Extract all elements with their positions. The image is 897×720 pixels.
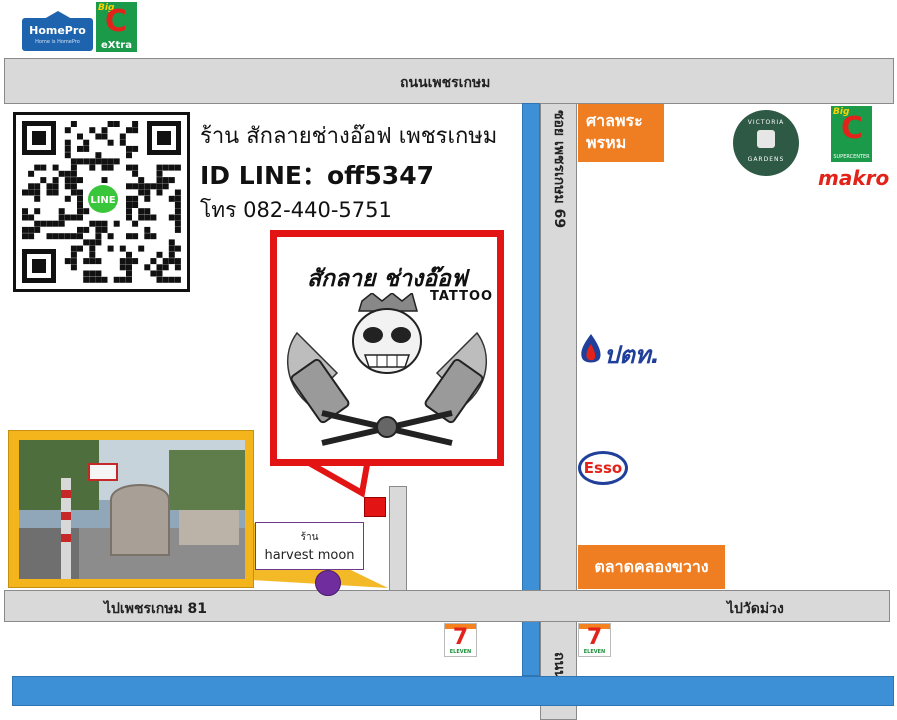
bigc-extra-c: C bbox=[105, 4, 128, 39]
shop-phone: โทร 082-440-5751 bbox=[200, 198, 392, 222]
canal-horizontal bbox=[12, 676, 894, 706]
ptt-flame-icon bbox=[581, 334, 601, 363]
bigc-supercenter-c: C bbox=[841, 111, 864, 146]
street-scene-image bbox=[19, 440, 245, 579]
esso-logo: Esso bbox=[578, 451, 628, 485]
seven-eleven-text-right: ELEVEN bbox=[583, 649, 606, 655]
road-label-to-wat-muang: ไปวัดม่วง bbox=[727, 601, 784, 617]
road-label-phetkasem: ถนนเพชรเกษม bbox=[400, 75, 491, 91]
bigc-supercenter-logo: Big C SUPERCENTER bbox=[831, 106, 872, 162]
homepro-roof-icon bbox=[44, 11, 72, 19]
harvest-moon-marker bbox=[315, 570, 341, 596]
victoria-gardens-logo: VICTORIA GARDENS bbox=[733, 110, 799, 176]
skull-tattoo-machine-icon bbox=[286, 293, 488, 446]
harvest-moon-label-prefix: ร้าน bbox=[300, 532, 319, 543]
ptt-logo-text: ปตท. bbox=[604, 341, 660, 369]
homepro-tagline: Home is HomePro bbox=[35, 39, 80, 45]
street-photo-frame bbox=[8, 430, 254, 588]
homepro-logo: HomePro Home is HomePro bbox=[22, 11, 93, 51]
road-label-to-phetkasem-81: ไปเพชรเกษม 81 bbox=[104, 601, 208, 617]
seven-eleven-number-left: 7 bbox=[452, 625, 469, 650]
victoria-logo-top: VICTORIA bbox=[747, 119, 785, 126]
landmark-khlong-khwang-market: ตลาดคลองขวาง bbox=[578, 545, 725, 589]
homepro-logo-text: HomePro bbox=[29, 24, 86, 37]
seven-eleven-logo-right: 7 ELEVEN bbox=[578, 623, 611, 657]
bigc-extra-text: eXtra bbox=[101, 40, 132, 51]
bigc-supercenter-text: SUPERCENTER bbox=[833, 154, 870, 160]
shop-name: ร้าน สักลายช่างอ๊อฟ เพชรเกษม bbox=[200, 124, 498, 149]
seven-eleven-text-left: ELEVEN bbox=[449, 649, 472, 655]
tattoo-shop-poster: สักลาย ช่างอ๊อฟ TATTOO bbox=[270, 230, 504, 466]
makro-logo: makro bbox=[818, 166, 890, 190]
road-label-soi-69: ซอย เพชรเกษม 69 bbox=[551, 110, 567, 229]
bigc-extra-logo: Big C eXtra bbox=[96, 2, 137, 52]
crown-icon bbox=[757, 130, 775, 148]
harvest-moon-label-name: harvest moon bbox=[264, 548, 355, 563]
landmark-sala-phra-phrom: ศาลพระพรหม bbox=[578, 104, 664, 162]
street-photo bbox=[19, 440, 245, 579]
line-logo-icon: LINE bbox=[86, 183, 120, 215]
ptt-logo: ปตท. bbox=[578, 330, 673, 370]
seven-eleven-number-right: 7 bbox=[586, 625, 603, 650]
harvest-moon-label: ร้าน harvest moon bbox=[255, 522, 364, 570]
shop-line-id: ID LINE：off5347 bbox=[200, 161, 434, 190]
victoria-logo-bottom: GARDENS bbox=[747, 156, 785, 163]
shop-location-marker bbox=[364, 497, 386, 517]
seven-eleven-logo-left: 7 ELEVEN bbox=[444, 623, 477, 657]
